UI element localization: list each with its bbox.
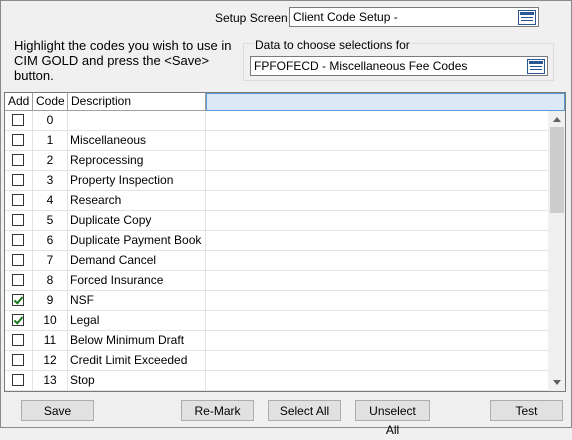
table-row[interactable]: 7 Demand Cancel [5,251,550,271]
code-cell: 10 [43,313,57,327]
description-cell: Below Minimum Draft [70,333,185,347]
description-cell: Credit Limit Exceeded [70,353,188,367]
add-checkbox[interactable] [12,174,24,186]
codes-grid: Add Code Description 0 1 Miscellaneous 2 Rep… [4,92,566,392]
setup-screen-label: Setup Screen [215,11,288,25]
vertical-scrollbar[interactable] [548,111,565,391]
add-checkbox[interactable] [12,294,24,306]
table-row[interactable]: 6 Duplicate Payment Book [5,231,550,251]
setup-screen-field[interactable]: Client Code Setup - [289,7,539,27]
table-row[interactable]: 3 Property Inspection [5,171,550,191]
description-cell: Forced Insurance [70,273,164,287]
add-checkbox[interactable] [12,354,24,366]
grid-rows: 0 1 Miscellaneous 2 Reprocessing 3 Property In… [5,111,550,391]
scroll-down-arrow-icon[interactable] [553,380,561,385]
column-header-blank[interactable] [206,93,565,111]
description-cell: Duplicate Copy [70,213,152,227]
description-cell: Reprocessing [70,153,144,167]
instructions-text: Highlight the codes you wish to use in C… [14,38,232,83]
description-cell: Duplicate Payment Book [70,233,202,247]
add-checkbox[interactable] [12,374,24,386]
code-cell: 5 [46,213,54,227]
description-cell: NSF [70,293,94,307]
unselect-all-button[interactable]: Unselect All [355,400,430,437]
column-header-add[interactable]: Add [5,93,33,111]
add-checkbox[interactable] [12,314,24,326]
code-cell: 1 [46,133,54,147]
code-cell: 11 [43,333,57,347]
setup-screen-value: Client Code Setup - [293,10,398,24]
test-button[interactable]: Test [490,400,563,421]
code-cell: 8 [46,273,54,287]
column-header-description[interactable]: Description [68,93,206,111]
table-row[interactable]: 8 Forced Insurance [5,271,550,291]
table-row[interactable]: 11 Below Minimum Draft [5,331,550,351]
table-row[interactable]: 9 NSF [5,291,550,311]
add-checkbox[interactable] [12,274,24,286]
description-cell: Property Inspection [70,173,174,187]
description-cell: Research [70,193,122,207]
description-cell: Legal [70,313,100,327]
code-cell: 12 [43,353,57,367]
table-row[interactable]: 13 Stop [5,371,550,391]
select-all-button[interactable]: Select All [268,400,341,421]
table-row[interactable]: 4 Research [5,191,550,211]
description-cell: Demand Cancel [70,253,157,267]
table-row[interactable]: 5 Duplicate Copy [5,211,550,231]
add-checkbox[interactable] [12,114,24,126]
description-cell: Miscellaneous [70,133,147,147]
table-row[interactable]: 10 Legal [5,311,550,331]
add-checkbox[interactable] [12,134,24,146]
add-checkbox[interactable] [12,154,24,166]
data-selection-field[interactable]: FPFOFECD - Miscellaneous Fee Codes [250,56,548,76]
table-row[interactable]: 0 [5,111,550,131]
code-cell: 9 [46,293,54,307]
data-selection-value: FPFOFECD - Miscellaneous Fee Codes [254,59,468,73]
code-cell: 3 [46,173,54,187]
code-cell: 2 [46,153,54,167]
code-cell: 4 [46,193,54,207]
save-button[interactable]: Save [21,400,94,421]
column-header-code[interactable]: Code [33,93,68,111]
table-row[interactable]: 12 Credit Limit Exceeded [5,351,550,371]
remark-button[interactable]: Re-Mark [181,400,254,421]
code-cell: 7 [46,253,54,267]
add-checkbox[interactable] [12,254,24,266]
add-checkbox[interactable] [12,194,24,206]
code-cell: 6 [46,233,54,247]
add-checkbox[interactable] [12,214,24,226]
code-cell: 0 [46,113,54,127]
setup-screen-lookup-icon[interactable] [518,10,536,25]
add-checkbox[interactable] [12,334,24,346]
code-cell: 13 [43,373,57,387]
add-checkbox[interactable] [12,234,24,246]
scrollbar-thumb[interactable] [550,127,564,213]
data-group-label: Data to choose selections for [253,38,412,52]
scroll-up-arrow-icon[interactable] [553,117,561,122]
table-row[interactable]: 2 Reprocessing [5,151,550,171]
table-row[interactable]: 1 Miscellaneous [5,131,550,151]
data-selection-lookup-icon[interactable] [527,59,545,74]
description-cell: Stop [70,373,95,387]
